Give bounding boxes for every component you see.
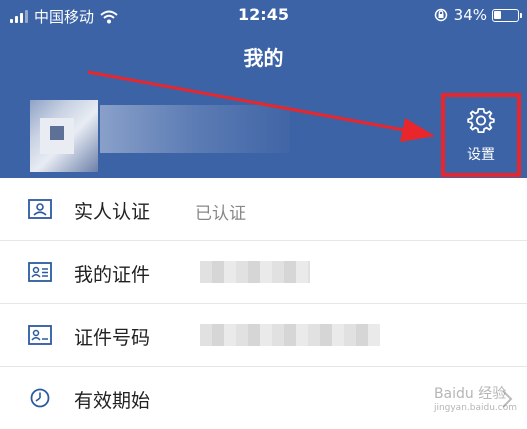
avatar-image [40,118,74,154]
battery-icon [492,8,522,22]
list-item-label: 实人认证 [74,201,151,223]
username-blurred [100,105,290,153]
avatar[interactable] [30,100,98,172]
battery-level [494,10,502,19]
gear-icon [467,108,495,133]
license-icon [28,262,52,282]
list-item-label: 我的证件 [74,264,151,286]
clock-icon [30,388,50,408]
list-item-real-name-auth[interactable]: 实人认证 已认证 [0,178,527,241]
redacted-value [200,261,310,283]
redacted-value [200,324,380,346]
status-bar: 中国移动 12:45 34% [0,0,527,30]
list-item-value: 已认证 [195,204,246,224]
list-item-label: 证件号码 [74,327,151,349]
status-right: 34% [434,6,522,24]
list-item-label: 有效期始 [74,390,151,412]
settings-label: 设置 [467,147,495,163]
page-title: 我的 [243,46,284,70]
watermark-url: jingyan.baidu.com [433,403,517,413]
profile-header: 中国移动 12:45 34% 我的 设置 [0,0,527,178]
list-item-id-number[interactable]: 证件号码 [0,304,527,367]
watermark-text: Baidu 经验 [433,386,507,402]
id-number-icon [28,325,52,345]
battery-percent: 34% [453,6,487,24]
list-item-my-documents[interactable]: 我的证件 [0,241,527,304]
id-card-icon [28,199,52,219]
watermark: Baidu 经验 jingyan.baidu.com [434,383,517,413]
settings-button[interactable]: 设置 [441,93,521,177]
rotation-lock-icon [434,8,447,22]
